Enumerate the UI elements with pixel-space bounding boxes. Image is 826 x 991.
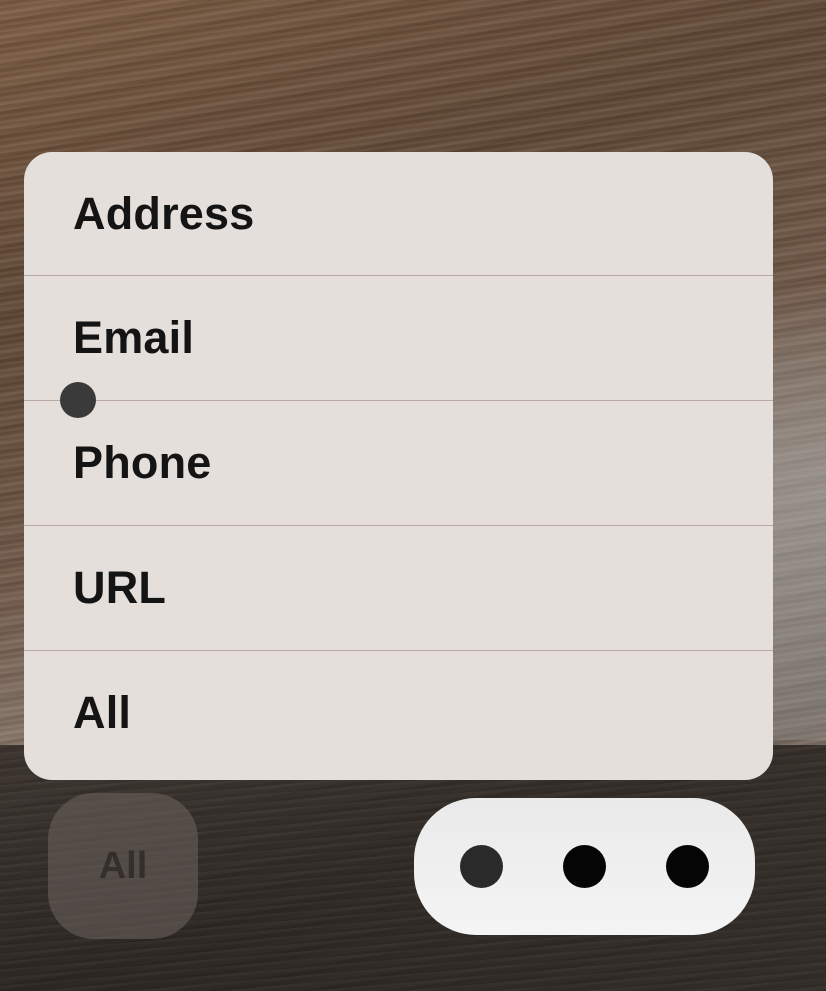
menu-item-label: URL	[73, 562, 167, 613]
filter-button-label: All	[98, 844, 148, 887]
menu-item-label: Address	[73, 187, 255, 239]
ellipsis-dot	[460, 845, 503, 888]
menu-item-email[interactable]: Email	[24, 276, 773, 401]
menu-item-all[interactable]: All	[24, 651, 773, 778]
touch-indicator	[60, 382, 96, 418]
data-type-menu: Address Email Phone URL All	[24, 152, 773, 780]
menu-item-label: Email	[73, 312, 195, 363]
menu-item-label: Phone	[73, 437, 212, 488]
ellipsis-icon	[430, 845, 739, 888]
menu-item-url[interactable]: URL	[24, 526, 773, 651]
ellipsis-dot	[666, 845, 709, 888]
menu-item-address[interactable]: Address	[24, 152, 773, 276]
filter-all-button[interactable]: All	[48, 793, 198, 939]
menu-item-phone[interactable]: Phone	[24, 401, 773, 526]
more-options-button[interactable]	[414, 798, 755, 935]
ellipsis-dot	[563, 845, 606, 888]
menu-item-label: All	[73, 687, 132, 738]
